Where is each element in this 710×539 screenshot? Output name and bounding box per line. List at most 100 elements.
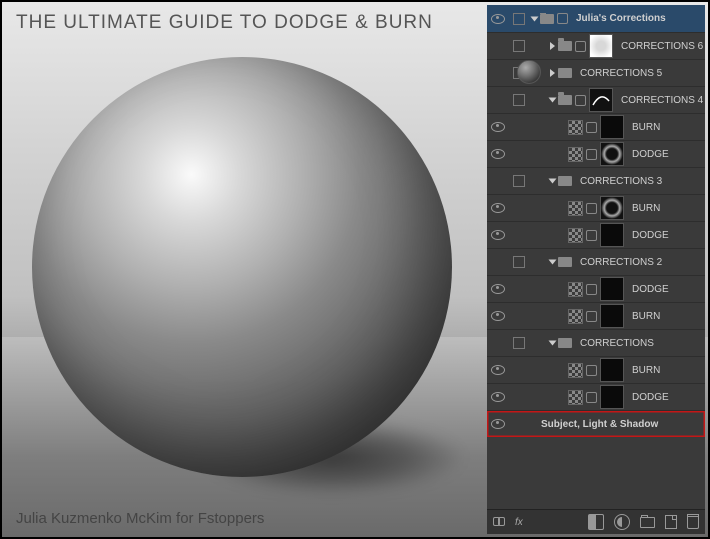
link-gutter[interactable] xyxy=(509,94,529,106)
layer-name[interactable]: CORRECTIONS 5 xyxy=(580,68,662,79)
eye-icon xyxy=(491,122,505,132)
layer-row[interactable]: BURN xyxy=(487,302,705,329)
layer-name[interactable]: CORRECTIONS 2 xyxy=(580,257,662,268)
page-title: THE ULTIMATE GUIDE TO DODGE & BURN xyxy=(16,12,433,34)
adjustment-icon xyxy=(568,363,583,378)
mask-thumb[interactable] xyxy=(600,142,624,166)
mask-thumb[interactable] xyxy=(600,304,624,328)
link-layers-icon[interactable] xyxy=(493,517,505,527)
checkbox-icon xyxy=(513,256,525,268)
layer-name[interactable]: BURN xyxy=(632,122,660,133)
add-mask-icon[interactable] xyxy=(588,514,604,530)
layer-row[interactable]: DODGE xyxy=(487,140,705,167)
eye-icon xyxy=(491,149,505,159)
link-icon xyxy=(586,311,597,322)
folder-icon xyxy=(558,338,572,348)
folder-icon xyxy=(558,257,572,267)
link-gutter[interactable] xyxy=(509,337,529,349)
visibility-toggle[interactable] xyxy=(487,14,509,24)
layer-contents: DODGE xyxy=(529,142,705,166)
disclosure-triangle-icon[interactable] xyxy=(531,16,539,21)
layer-name[interactable]: CORRECTIONS 3 xyxy=(580,176,662,187)
layer-name[interactable]: DODGE xyxy=(632,392,669,403)
eye-icon xyxy=(491,230,505,240)
disclosure-triangle-icon[interactable] xyxy=(549,341,557,346)
layer-name[interactable]: DODGE xyxy=(632,284,669,295)
disclosure-triangle-icon[interactable] xyxy=(549,98,557,103)
visibility-toggle[interactable] xyxy=(487,365,509,375)
visibility-toggle[interactable] xyxy=(487,311,509,321)
folder-icon xyxy=(540,14,554,24)
layer-name[interactable]: DODGE xyxy=(632,230,669,241)
layer-name[interactable]: DODGE xyxy=(632,149,669,160)
mask-thumb[interactable] xyxy=(600,196,624,220)
canvas-stage: THE ULTIMATE GUIDE TO DODGE & BURN Julia… xyxy=(2,2,708,537)
visibility-toggle[interactable] xyxy=(487,284,509,294)
layer-row[interactable]: CORRECTIONS 3 xyxy=(487,167,705,194)
eye-icon xyxy=(491,392,505,402)
layer-row[interactable]: BURN xyxy=(487,356,705,383)
layer-row[interactable]: Subject, Light & Shadow xyxy=(487,410,705,437)
link-gutter[interactable] xyxy=(509,13,529,25)
eye-icon xyxy=(491,14,505,24)
link-gutter[interactable] xyxy=(509,175,529,187)
disclosure-triangle-icon[interactable] xyxy=(549,260,557,265)
eye-icon xyxy=(491,419,505,429)
adjustment-icon xyxy=(568,147,583,162)
link-icon xyxy=(557,13,568,24)
mask-thumb[interactable] xyxy=(600,115,624,139)
delete-layer-icon[interactable] xyxy=(687,516,699,529)
visibility-toggle[interactable] xyxy=(487,122,509,132)
link-icon xyxy=(586,365,597,376)
mask-thumb[interactable] xyxy=(600,385,624,409)
visibility-toggle[interactable] xyxy=(487,392,509,402)
layer-row[interactable]: CORRECTIONS 2 xyxy=(487,248,705,275)
link-icon xyxy=(586,392,597,403)
layers-list[interactable]: Julia's Corrections CORRECTIONS 6 CORRECTI… xyxy=(487,5,705,509)
layer-name[interactable]: Julia's Corrections xyxy=(576,13,666,24)
layer-contents: BURN xyxy=(529,304,705,328)
layer-name[interactable]: BURN xyxy=(632,365,660,376)
mask-thumb[interactable] xyxy=(589,34,613,58)
layer-row[interactable]: BURN xyxy=(487,194,705,221)
layer-name[interactable]: BURN xyxy=(632,203,660,214)
mask-thumb[interactable] xyxy=(600,358,624,382)
visibility-toggle[interactable] xyxy=(487,149,509,159)
mask-thumb[interactable] xyxy=(600,277,624,301)
layer-row[interactable]: DODGE xyxy=(487,221,705,248)
layers-panel[interactable]: Julia's Corrections CORRECTIONS 6 CORRECTI… xyxy=(487,5,705,534)
layer-contents: BURN xyxy=(529,196,705,220)
link-gutter[interactable] xyxy=(509,256,529,268)
link-icon xyxy=(586,230,597,241)
layer-name[interactable]: CORRECTIONS 6 xyxy=(621,41,703,52)
layer-row[interactable]: DODGE xyxy=(487,383,705,410)
visibility-toggle[interactable] xyxy=(487,230,509,240)
layer-row[interactable]: CORRECTIONS 4 xyxy=(487,86,705,113)
adjustment-icon xyxy=(568,282,583,297)
layer-name[interactable]: CORRECTIONS 4 xyxy=(621,95,703,106)
disclosure-triangle-icon[interactable] xyxy=(549,179,557,184)
layer-contents: BURN xyxy=(529,115,705,139)
eye-icon xyxy=(491,203,505,213)
layer-row[interactable]: CORRECTIONS xyxy=(487,329,705,356)
adjustment-layer-icon[interactable] xyxy=(614,514,630,530)
checkbox-icon xyxy=(513,175,525,187)
link-icon xyxy=(575,41,586,52)
fx-icon[interactable]: fx xyxy=(515,517,523,528)
layer-row[interactable]: CORRECTIONS 6 xyxy=(487,32,705,59)
visibility-toggle[interactable] xyxy=(487,419,509,429)
layer-row[interactable]: BURN xyxy=(487,113,705,140)
layer-name[interactable]: Subject, Light & Shadow xyxy=(541,419,658,430)
disclosure-triangle-icon[interactable] xyxy=(550,42,555,50)
layer-row[interactable]: DODGE xyxy=(487,275,705,302)
link-gutter[interactable] xyxy=(509,40,529,52)
disclosure-triangle-icon[interactable] xyxy=(550,69,555,77)
visibility-toggle[interactable] xyxy=(487,203,509,213)
new-group-icon[interactable] xyxy=(640,517,655,528)
layer-name[interactable]: BURN xyxy=(632,311,660,322)
layer-row[interactable]: Julia's Corrections xyxy=(487,5,705,32)
mask-thumb[interactable] xyxy=(589,88,613,112)
mask-thumb[interactable] xyxy=(600,223,624,247)
new-layer-icon[interactable] xyxy=(665,515,677,529)
layer-name[interactable]: CORRECTIONS xyxy=(580,338,654,349)
